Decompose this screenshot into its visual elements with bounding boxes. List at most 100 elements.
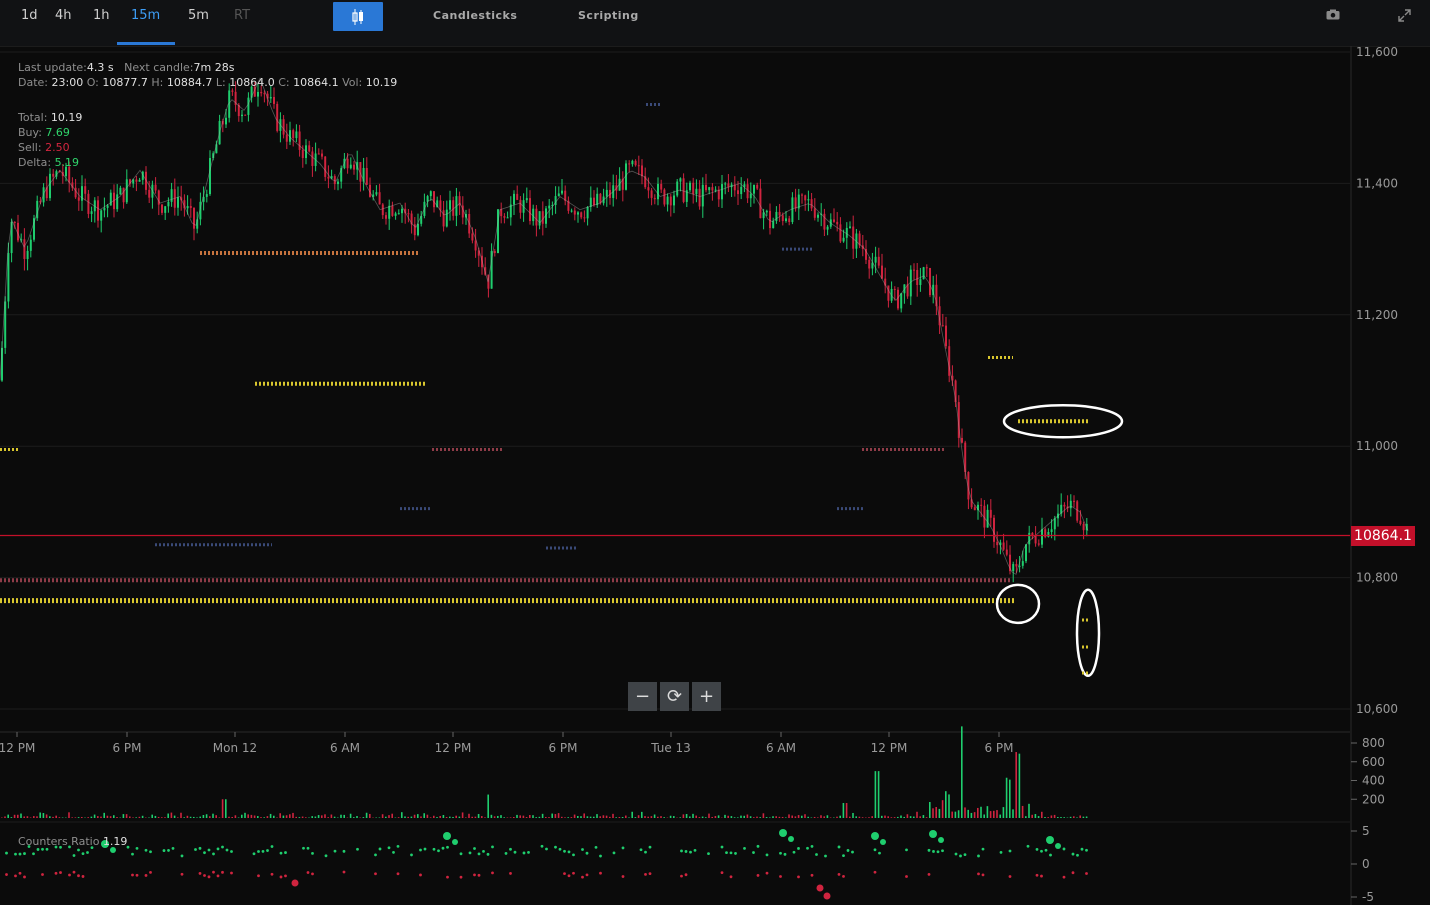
volume-bar xyxy=(653,814,656,818)
chart-area[interactable]: 11,600 11,400 11,200 11,000 10,800 10,600 12 P… xyxy=(0,46,1430,905)
counters-dot xyxy=(815,853,818,856)
candle-body xyxy=(26,250,29,260)
counters-dot xyxy=(581,875,584,879)
candle-body xyxy=(596,193,599,206)
candlesticks-menu[interactable]: Candlesticks xyxy=(433,9,517,22)
volume-bar xyxy=(202,815,205,818)
candle-body xyxy=(375,192,378,195)
counters-dot xyxy=(816,884,824,892)
candle-body xyxy=(247,97,250,115)
candle-body xyxy=(765,210,768,213)
counters-dot xyxy=(41,847,44,851)
counters-dot xyxy=(788,836,794,842)
volume-bar xyxy=(801,815,803,818)
volume-bar xyxy=(39,812,41,818)
volume-tick-label: 400 xyxy=(1362,774,1385,788)
counters-dot xyxy=(842,854,845,858)
counters-dot xyxy=(734,852,737,855)
volume-bar xyxy=(516,814,518,818)
volume-bar xyxy=(682,814,685,818)
counters-dot xyxy=(302,846,305,850)
volume-bar xyxy=(237,817,240,818)
counters-dot xyxy=(779,875,782,878)
chart-type-button[interactable] xyxy=(333,2,383,31)
candle-body xyxy=(961,437,963,443)
high-label: H: xyxy=(151,76,164,89)
candle-body xyxy=(570,210,573,212)
volume-bar xyxy=(362,817,365,818)
volume-bar xyxy=(401,812,403,818)
volume-bar xyxy=(993,810,995,818)
candle-body xyxy=(657,183,659,200)
candle-body xyxy=(593,197,595,206)
counters-dot xyxy=(1055,843,1061,849)
counters-dot xyxy=(824,854,827,858)
candle-body xyxy=(929,268,931,296)
counters-tick-label: -5 xyxy=(1362,890,1374,904)
expand-icon[interactable] xyxy=(1398,9,1411,25)
volume-bar xyxy=(305,817,307,818)
counters-dot xyxy=(257,850,260,853)
candle-body xyxy=(724,183,727,185)
scripting-menu[interactable]: Scripting xyxy=(578,9,639,22)
candle-body xyxy=(391,205,394,216)
volume-bar xyxy=(183,817,185,818)
candle-body xyxy=(225,117,227,125)
counters-dot xyxy=(567,874,571,878)
volume-bar xyxy=(525,817,528,818)
counters-dot xyxy=(959,854,962,858)
counters-dot xyxy=(873,848,877,852)
candle-body xyxy=(893,288,896,290)
timeframe-15m[interactable]: 15m xyxy=(131,8,160,23)
camera-icon[interactable] xyxy=(1326,9,1340,23)
volume-bar xyxy=(605,815,608,818)
counters-dot xyxy=(419,848,422,852)
volume-bar xyxy=(81,816,83,818)
timeframe-rt[interactable]: RT xyxy=(234,8,250,23)
reset-zoom-button[interactable]: ⟳ xyxy=(660,682,689,711)
zoom-out-button[interactable]: − xyxy=(628,682,657,711)
counters-dot xyxy=(963,853,967,857)
open-label: O: xyxy=(86,76,99,89)
counters-dot xyxy=(342,849,346,853)
counters-dot xyxy=(32,852,35,856)
counters-dot xyxy=(680,874,683,878)
candle-body xyxy=(445,209,448,227)
counters-dot xyxy=(72,854,76,857)
counters-dot xyxy=(180,854,184,858)
candle-body xyxy=(705,184,707,191)
counters-dot xyxy=(477,873,481,877)
volume-bar xyxy=(957,810,960,818)
volume-bar xyxy=(513,817,515,818)
counters-dot xyxy=(59,871,62,874)
counters-dot xyxy=(905,848,908,852)
volume-bar xyxy=(353,817,355,818)
counters-dot xyxy=(981,847,985,851)
counters-dot xyxy=(252,852,256,856)
volume-bar xyxy=(650,816,653,818)
counters-tick-label: 0 xyxy=(1362,857,1370,871)
volume-bar xyxy=(945,791,947,818)
timeframe-5m[interactable]: 5m xyxy=(188,8,209,23)
timeframe-4h[interactable]: 4h xyxy=(55,8,72,23)
volume-bar xyxy=(333,816,336,818)
candle-body xyxy=(980,504,983,506)
volume-bar xyxy=(289,814,291,818)
candle-body xyxy=(257,91,259,97)
candle-body xyxy=(167,201,170,207)
volume-bar xyxy=(231,816,233,818)
time-tick-label: 6 PM xyxy=(984,741,1013,755)
candle-body xyxy=(557,193,560,197)
zoom-in-button[interactable]: + xyxy=(692,682,721,711)
timeframe-1h[interactable]: 1h xyxy=(93,8,110,23)
counters-dot xyxy=(648,845,652,849)
candle-body xyxy=(442,210,445,227)
counters-dot xyxy=(41,873,44,876)
volume-bar xyxy=(209,816,211,818)
volume-bar xyxy=(247,814,249,818)
candle-body xyxy=(263,93,266,95)
volume-bar xyxy=(858,816,861,818)
volume-bar xyxy=(205,814,208,818)
candle-body xyxy=(660,183,663,190)
timeframe-1d[interactable]: 1d xyxy=(21,8,38,23)
